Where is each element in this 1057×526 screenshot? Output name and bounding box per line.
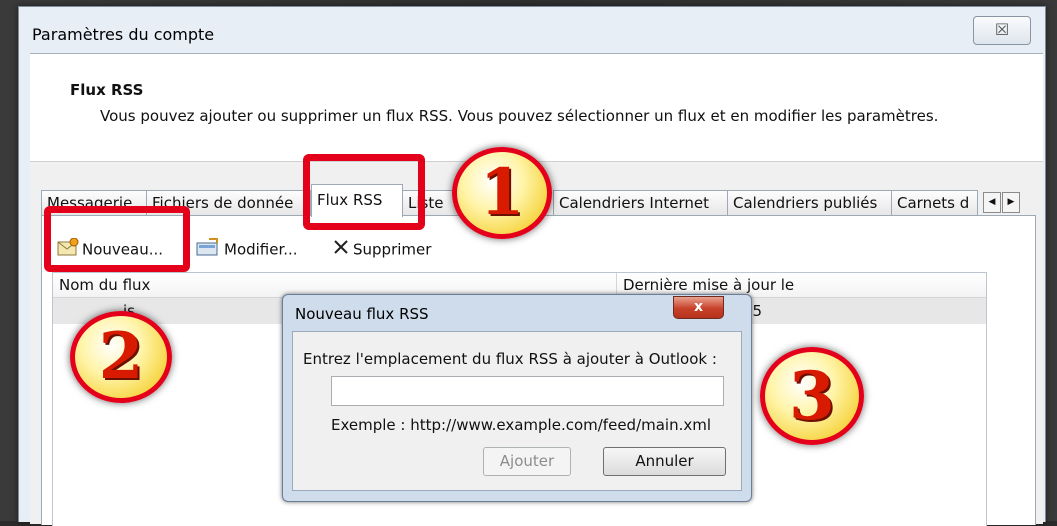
dialog-title: Nouveau flux RSS <box>295 305 429 323</box>
window-close-button[interactable]: ☒ <box>973 16 1031 45</box>
new-rss-feed-dialog: Nouveau flux RSS x Entrez l'emplacement … <box>282 294 752 502</box>
modify-feed-label: Modifier... <box>224 240 298 259</box>
delete-feed-button[interactable]: Supprimer <box>332 238 431 260</box>
column-header-name[interactable]: Nom du flux <box>59 276 150 294</box>
callout-badge-3: 3 <box>760 347 864 445</box>
callout-badge-2: 2 <box>70 311 172 403</box>
delete-feed-label: Supprimer <box>353 240 432 259</box>
dialog-close-button[interactable]: x <box>673 296 724 319</box>
tab-calendriers-publies[interactable]: Calendriers publiés <box>727 190 892 216</box>
tab-scroll-right-icon[interactable]: ▶ <box>1002 192 1020 213</box>
add-button[interactable]: Ajouter <box>483 447 571 476</box>
tab-carnets-adresses[interactable]: Carnets d <box>891 190 978 216</box>
section-description: Vous pouvez ajouter ou supprimer un flux… <box>100 107 939 125</box>
dialog-body: Entrez l'emplacement du flux RSS à ajout… <box>292 331 742 491</box>
delete-x-icon <box>332 238 350 262</box>
cancel-button[interactable]: Annuler <box>603 447 726 476</box>
modify-feed-button[interactable]: Modifier... <box>195 238 298 260</box>
close-icon: ☒ <box>994 20 1010 39</box>
close-icon: x <box>693 299 704 315</box>
callout-badge-1: 1 <box>452 147 552 239</box>
dialog-prompt: Entrez l'emplacement du flux RSS à ajout… <box>303 350 717 368</box>
tab-calendriers-internet[interactable]: Calendriers Internet <box>553 190 728 216</box>
dialog-example: Exemple : http://www.example.com/feed/ma… <box>331 416 712 434</box>
section-title: Flux RSS <box>70 81 144 99</box>
feed-url-input[interactable] <box>331 376 724 406</box>
modify-feed-icon <box>195 238 221 262</box>
column-header-last-update[interactable]: Dernière mise à jour le <box>623 276 794 294</box>
tab-flux-rss[interactable]: Flux RSS <box>311 184 403 217</box>
header-area: Flux RSS Vous pouvez ajouter ou supprime… <box>30 54 1043 162</box>
highlight-new-button <box>44 206 190 272</box>
tab-scroll-left-icon[interactable]: ◀ <box>983 192 1001 213</box>
window-title: Paramètres du compte <box>32 25 215 44</box>
